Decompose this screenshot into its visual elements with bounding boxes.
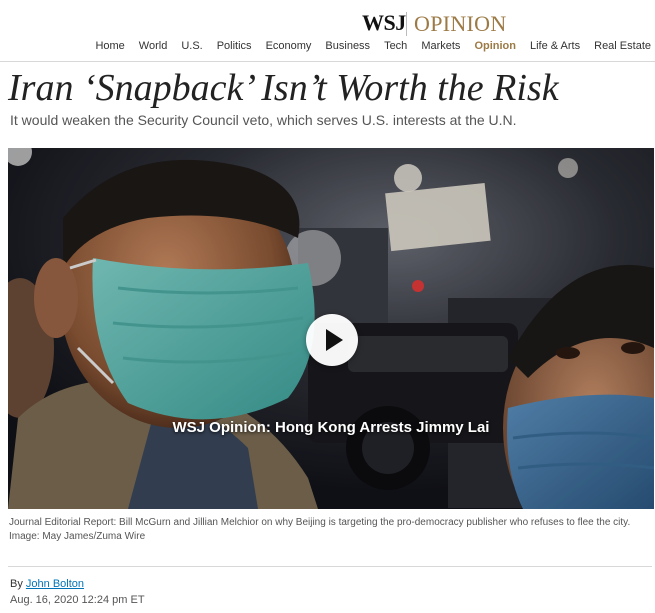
play-button[interactable] — [306, 314, 358, 366]
nav-item-world[interactable]: World — [139, 40, 168, 56]
logo-divider — [406, 12, 407, 36]
nav-item-life-arts[interactable]: Life & Arts — [530, 40, 580, 56]
nav-item-home[interactable]: Home — [95, 40, 124, 56]
nav-item-us[interactable]: U.S. — [181, 40, 202, 56]
nav-item-politics[interactable]: Politics — [217, 40, 252, 56]
nav-item-economy[interactable]: Economy — [266, 40, 312, 56]
nav-item-tech[interactable]: Tech — [384, 40, 407, 56]
caption-credit: Image: May James/Zuma Wire — [9, 531, 146, 542]
nav-divider — [0, 61, 655, 62]
nav-item-real-estate[interactable]: Real Estate — [594, 40, 651, 56]
opinion-logo[interactable]: OPINION — [414, 11, 507, 37]
section-nav: Home World U.S. Politics Economy Busines… — [81, 40, 651, 56]
byline: By John Bolton — [10, 578, 84, 590]
nav-item-opinion[interactable]: Opinion — [474, 40, 516, 56]
video-title: WSJ Opinion: Hong Kong Arrests Jimmy Lai — [172, 419, 490, 436]
caption-text: Journal Editorial Report: Bill McGurn an… — [9, 517, 631, 528]
nav-item-business[interactable]: Business — [325, 40, 370, 56]
play-icon — [326, 329, 343, 351]
video-caption: Journal Editorial Report: Bill McGurn an… — [9, 516, 653, 544]
article-headline: Iran ‘Snapback’ Isn’t Worth the Risk — [8, 67, 559, 109]
masthead: WSJ OPINION — [0, 8, 655, 38]
nav-item-markets[interactable]: Markets — [421, 40, 460, 56]
author-link[interactable]: John Bolton — [26, 578, 84, 590]
byline-divider — [8, 566, 652, 567]
article-dek: It would weaken the Security Council vet… — [10, 112, 517, 128]
byline-prefix: By — [10, 578, 23, 590]
wsj-logo[interactable]: WSJ — [362, 10, 406, 36]
video-player[interactable]: WSJ Opinion: Hong Kong Arrests Jimmy Lai — [8, 148, 654, 509]
publish-date: Aug. 16, 2020 12:24 pm ET — [10, 594, 145, 606]
